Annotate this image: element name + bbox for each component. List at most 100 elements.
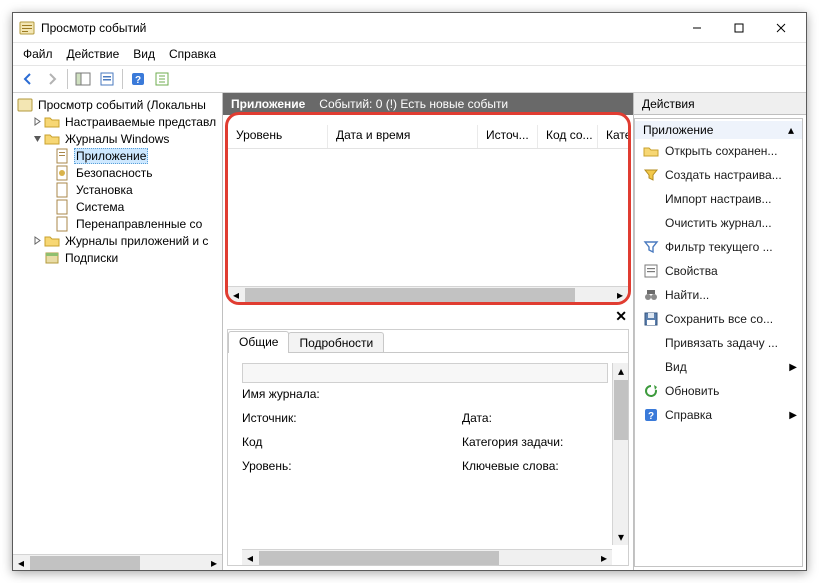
- action-refresh[interactable]: Обновить: [635, 379, 802, 403]
- log-icon: [55, 148, 71, 164]
- scroll-up-icon[interactable]: ▴: [613, 363, 629, 379]
- tree-label: Настраиваемые представл: [63, 115, 218, 129]
- tree-app-logs[interactable]: Журналы приложений и с: [13, 232, 222, 249]
- action-create-custom[interactable]: Создать настраива...: [635, 163, 802, 187]
- action-import-custom[interactable]: Импорт настраив...: [635, 187, 802, 211]
- help-icon: ?: [643, 407, 659, 423]
- col-level[interactable]: Уровень: [228, 125, 328, 148]
- collapse-icon[interactable]: [31, 133, 43, 145]
- tab-details[interactable]: Подробности: [288, 332, 384, 352]
- action-filter[interactable]: Фильтр текущего ...: [635, 235, 802, 259]
- maximize-button[interactable]: [718, 14, 760, 42]
- menu-help[interactable]: Справка: [163, 45, 222, 63]
- field-level: Уровень:: [242, 459, 392, 483]
- details-close-row: ✕: [223, 307, 633, 323]
- svg-text:?: ?: [648, 411, 654, 422]
- details-message-box: [242, 363, 608, 383]
- action-properties[interactable]: Свойства: [635, 259, 802, 283]
- action-save-all[interactable]: Сохранить все со...: [635, 307, 802, 331]
- window-title: Просмотр событий: [41, 21, 676, 35]
- tree-security-log[interactable]: Безопасность: [13, 164, 222, 181]
- app-icon: [19, 20, 35, 36]
- details-vscrollbar[interactable]: ▴ ▾: [612, 363, 628, 545]
- refresh-list-button[interactable]: [151, 68, 173, 90]
- show-tree-button[interactable]: [72, 68, 94, 90]
- details-body: Имя журнала: Источник: Дата: Код Категор…: [228, 353, 628, 549]
- tree-setup-log[interactable]: Установка: [13, 181, 222, 198]
- scroll-right-icon[interactable]: ▸: [206, 555, 222, 570]
- col-datetime[interactable]: Дата и время: [328, 125, 478, 148]
- scroll-left-icon[interactable]: ◂: [228, 287, 244, 303]
- tree-label: Журналы Windows: [63, 132, 171, 146]
- action-attach-task[interactable]: Привязать задачу ...: [635, 331, 802, 355]
- field-keywords: Ключевые слова:: [462, 459, 612, 483]
- tree-label: Безопасность: [74, 166, 155, 180]
- minimize-button[interactable]: [676, 14, 718, 42]
- window-frame: Просмотр событий Файл Действие Вид Справ…: [12, 12, 807, 571]
- scroll-thumb[interactable]: [259, 551, 499, 565]
- action-find[interactable]: Найти...: [635, 283, 802, 307]
- folder-icon: [44, 233, 60, 249]
- scroll-thumb[interactable]: [614, 380, 628, 440]
- details-hscrollbar[interactable]: ◂ ▸: [242, 549, 612, 565]
- scroll-right-icon[interactable]: ▸: [596, 550, 612, 566]
- action-clear-log[interactable]: Очистить журнал...: [635, 211, 802, 235]
- action-help[interactable]: ? Справка ▶: [635, 403, 802, 427]
- binoculars-icon: [643, 287, 659, 303]
- tree-label: Журналы приложений и с: [63, 234, 210, 248]
- log-icon: [55, 165, 71, 181]
- tree-forwarded-log[interactable]: Перенаправленные со: [13, 215, 222, 232]
- submenu-arrow-icon: ▶: [789, 362, 797, 373]
- tab-general[interactable]: Общие: [228, 331, 289, 353]
- main-body: Просмотр событий (Локальны Настраиваемые…: [13, 93, 806, 570]
- actions-group-title[interactable]: Приложение ▴: [635, 121, 802, 139]
- col-code[interactable]: Код со...: [538, 125, 598, 148]
- tree-root[interactable]: Просмотр событий (Локальны: [13, 96, 222, 113]
- tree-application-log[interactable]: Приложение: [13, 147, 222, 164]
- field-date: Дата:: [462, 411, 612, 435]
- tree-subscriptions[interactable]: Подписки: [13, 249, 222, 266]
- expand-icon[interactable]: [31, 235, 43, 247]
- scroll-left-icon[interactable]: ◂: [13, 555, 29, 570]
- tree-scrollbar[interactable]: ◂ ▸: [13, 554, 222, 570]
- scroll-thumb[interactable]: [245, 288, 575, 302]
- refresh-icon: [643, 383, 659, 399]
- action-open-saved[interactable]: Открыть сохранен...: [635, 139, 802, 163]
- save-icon: [643, 311, 659, 327]
- menu-view[interactable]: Вид: [127, 45, 161, 63]
- back-button[interactable]: [17, 68, 39, 90]
- close-details-button[interactable]: ✕: [615, 308, 627, 323]
- menu-file[interactable]: Файл: [17, 45, 59, 63]
- event-table-scrollbar[interactable]: ◂ ▸: [228, 286, 628, 302]
- col-source[interactable]: Источ...: [478, 125, 538, 148]
- svg-text:?: ?: [135, 75, 141, 86]
- event-list-highlight: Уровень Дата и время Источ... Код со... …: [225, 112, 631, 305]
- tree-system-log[interactable]: Система: [13, 198, 222, 215]
- scroll-thumb[interactable]: [30, 556, 140, 570]
- log-icon: [55, 182, 71, 198]
- tree-windows-logs[interactable]: Журналы Windows: [13, 130, 222, 147]
- titlebar: Просмотр событий: [13, 13, 806, 43]
- tree-label: Система: [74, 200, 126, 214]
- tree-label: Перенаправленные со: [74, 217, 204, 231]
- event-table-body[interactable]: [228, 149, 628, 286]
- col-category[interactable]: Катег: [598, 125, 628, 148]
- field-logname: Имя журнала:: [242, 387, 392, 411]
- scroll-down-icon[interactable]: ▾: [613, 529, 629, 545]
- submenu-arrow-icon: ▶: [789, 410, 797, 421]
- close-button[interactable]: [760, 14, 802, 42]
- menu-action[interactable]: Действие: [61, 45, 126, 63]
- scroll-right-icon[interactable]: ▸: [612, 287, 628, 303]
- folder-icon: [44, 114, 60, 130]
- scroll-left-icon[interactable]: ◂: [242, 550, 258, 566]
- action-view[interactable]: Вид ▶: [635, 355, 802, 379]
- expand-icon[interactable]: [31, 116, 43, 128]
- actions-pane: Действия Приложение ▴ Открыть сохранен..…: [634, 93, 806, 570]
- collapse-icon[interactable]: ▴: [788, 123, 794, 137]
- tree-custom-views[interactable]: Настраиваемые представл: [13, 113, 222, 130]
- help-button[interactable]: ?: [127, 68, 149, 90]
- properties-button[interactable]: [96, 68, 118, 90]
- field-taskcat: Категория задачи:: [462, 435, 612, 459]
- tree[interactable]: Просмотр событий (Локальны Настраиваемые…: [13, 96, 222, 554]
- forward-button[interactable]: [41, 68, 63, 90]
